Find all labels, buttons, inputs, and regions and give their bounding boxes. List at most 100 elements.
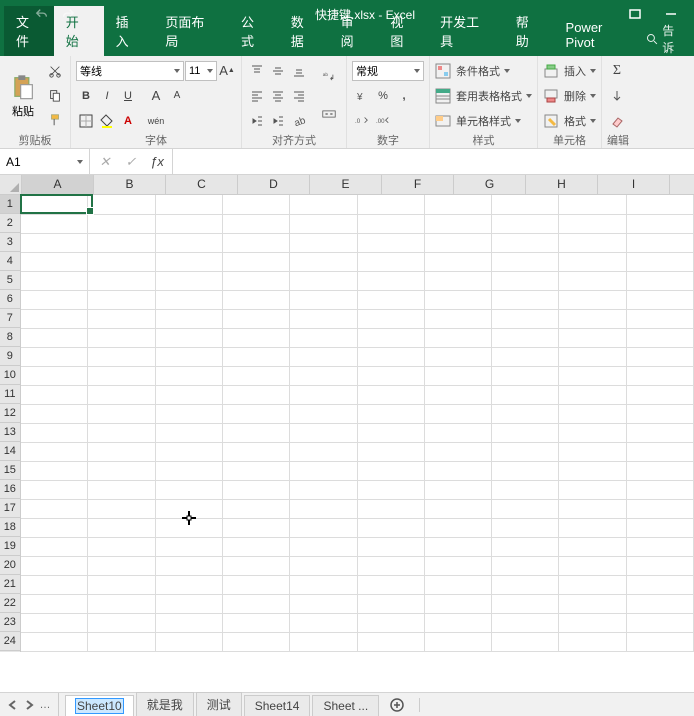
name-box[interactable]: A1	[0, 149, 90, 174]
wrap-text-icon[interactable]: ab	[317, 67, 341, 87]
cell[interactable]	[222, 290, 289, 309]
cell[interactable]	[559, 252, 626, 271]
cell[interactable]	[21, 480, 88, 499]
cell[interactable]	[626, 309, 693, 328]
delete-cells-button[interactable]: 删除	[543, 88, 596, 104]
cell[interactable]	[155, 575, 222, 594]
cell[interactable]	[626, 556, 693, 575]
cell[interactable]	[290, 328, 357, 347]
fill-color-button[interactable]	[97, 111, 117, 131]
row-header[interactable]: 4	[0, 252, 20, 271]
font-name-dropdown[interactable]: 等线	[76, 61, 184, 81]
cell[interactable]	[559, 385, 626, 404]
cell[interactable]	[424, 214, 491, 233]
cell[interactable]	[492, 366, 559, 385]
column-header[interactable]: D	[238, 175, 310, 194]
cell[interactable]	[559, 347, 626, 366]
cell[interactable]	[357, 385, 424, 404]
cell[interactable]	[155, 613, 222, 632]
sheet-tab[interactable]: Sheet ...	[312, 695, 379, 716]
cell[interactable]	[424, 366, 491, 385]
cell[interactable]	[424, 195, 491, 214]
copy-button[interactable]	[45, 85, 65, 105]
cell[interactable]	[492, 423, 559, 442]
cell[interactable]	[559, 328, 626, 347]
cell[interactable]	[357, 214, 424, 233]
cell[interactable]	[492, 537, 559, 556]
cell[interactable]	[222, 461, 289, 480]
cell[interactable]	[424, 594, 491, 613]
cell[interactable]	[357, 309, 424, 328]
cell[interactable]	[492, 499, 559, 518]
bold-button[interactable]: B	[76, 86, 96, 106]
cell[interactable]	[492, 594, 559, 613]
cell[interactable]	[290, 461, 357, 480]
cell[interactable]	[21, 309, 88, 328]
cell[interactable]	[559, 594, 626, 613]
cell[interactable]	[155, 537, 222, 556]
cell[interactable]	[88, 214, 155, 233]
cell[interactable]	[492, 252, 559, 271]
column-header[interactable]: A	[22, 175, 94, 194]
tab-formulas[interactable]: 公式	[229, 6, 279, 56]
cell[interactable]	[88, 271, 155, 290]
sheet-nav-next-icon[interactable]	[22, 698, 36, 712]
insert-cells-button[interactable]: 插入	[543, 63, 596, 79]
cell[interactable]	[88, 252, 155, 271]
cell[interactable]	[88, 385, 155, 404]
cell[interactable]	[88, 290, 155, 309]
tab-review[interactable]: 审阅	[329, 6, 379, 56]
column-header[interactable]: C	[166, 175, 238, 194]
cell[interactable]	[88, 309, 155, 328]
cell[interactable]	[424, 347, 491, 366]
cell[interactable]	[88, 461, 155, 480]
cell[interactable]	[21, 461, 88, 480]
cell[interactable]	[559, 537, 626, 556]
cell[interactable]	[357, 423, 424, 442]
cell[interactable]	[559, 442, 626, 461]
select-all-corner[interactable]	[0, 175, 22, 194]
cell[interactable]	[155, 328, 222, 347]
cell[interactable]	[222, 556, 289, 575]
cell[interactable]	[155, 461, 222, 480]
row-header[interactable]: 18	[0, 518, 20, 537]
cell[interactable]	[21, 385, 88, 404]
cell[interactable]	[424, 385, 491, 404]
cell[interactable]	[222, 575, 289, 594]
cell[interactable]	[222, 385, 289, 404]
cell[interactable]	[222, 442, 289, 461]
column-header[interactable]: E	[310, 175, 382, 194]
autosum-button[interactable]: Σ	[607, 61, 627, 81]
italic-button[interactable]: I	[97, 86, 117, 106]
cell[interactable]	[424, 499, 491, 518]
decrease-font-button[interactable]: A	[167, 86, 187, 106]
cell[interactable]	[626, 480, 693, 499]
cell[interactable]	[559, 233, 626, 252]
cell[interactable]	[290, 252, 357, 271]
cell[interactable]	[626, 613, 693, 632]
cell[interactable]	[222, 499, 289, 518]
cell[interactable]	[155, 404, 222, 423]
cell[interactable]	[222, 613, 289, 632]
cell[interactable]	[88, 233, 155, 252]
row-header[interactable]: 13	[0, 423, 20, 442]
cell[interactable]	[626, 499, 693, 518]
column-header[interactable]: G	[454, 175, 526, 194]
cell[interactable]	[290, 423, 357, 442]
cell[interactable]	[559, 290, 626, 309]
cell[interactable]	[626, 290, 693, 309]
column-header[interactable]: H	[526, 175, 598, 194]
cell[interactable]	[88, 195, 155, 214]
cell[interactable]	[21, 423, 88, 442]
cell[interactable]	[559, 575, 626, 594]
cell[interactable]	[155, 594, 222, 613]
column-header[interactable]: I	[598, 175, 670, 194]
cell[interactable]	[492, 328, 559, 347]
cell[interactable]	[21, 233, 88, 252]
tab-help[interactable]: 帮助	[504, 6, 554, 56]
cell[interactable]	[222, 404, 289, 423]
cells-area[interactable]	[21, 195, 694, 652]
cell[interactable]	[424, 632, 491, 651]
cell[interactable]	[357, 404, 424, 423]
cell[interactable]	[88, 594, 155, 613]
